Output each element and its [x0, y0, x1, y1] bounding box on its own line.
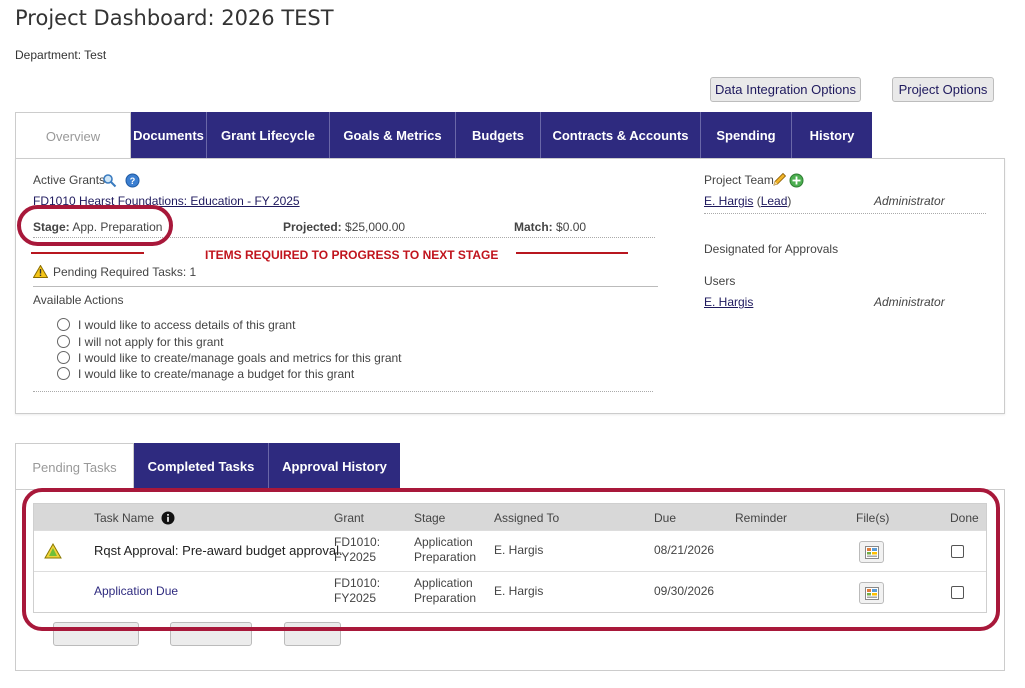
- tab-completed-tasks[interactable]: Completed Tasks: [134, 443, 269, 490]
- project-team-label: Project Team: [704, 173, 774, 187]
- match-value: $0.00: [556, 220, 587, 234]
- pending-required-tasks: Pending Required Tasks: 1: [53, 265, 197, 279]
- team-divider: [704, 213, 986, 214]
- action-radio-2[interactable]: [57, 335, 70, 348]
- warning-icon: [33, 265, 48, 278]
- tab-history[interactable]: History: [792, 112, 872, 159]
- main-tab-bar: Overview Documents Grant Lifecycle Goals…: [15, 112, 872, 159]
- heading-rule-left: [31, 252, 144, 254]
- match-field: Match: $0.00: [514, 220, 586, 234]
- tab-spending[interactable]: Spending: [701, 112, 792, 159]
- project-options-button[interactable]: Project Options: [892, 77, 994, 102]
- action-radio-1[interactable]: [57, 318, 70, 331]
- projected-field: Projected: $25,000.00: [283, 220, 405, 234]
- match-label: Match:: [514, 220, 553, 234]
- actions-divider: [33, 391, 653, 392]
- users-label: Users: [704, 274, 736, 288]
- tab-pending-tasks[interactable]: Pending Tasks: [15, 443, 134, 490]
- team-lead-role: Administrator: [874, 194, 945, 208]
- add-member-icon[interactable]: [789, 173, 804, 188]
- svg-text:?: ?: [130, 176, 136, 186]
- stage-highlight-annotation: [17, 205, 173, 246]
- divider: [33, 286, 658, 287]
- action-radio-3[interactable]: [57, 351, 70, 364]
- team-lead-name[interactable]: E. Hargis: [704, 194, 753, 208]
- projected-label: Projected:: [283, 220, 342, 234]
- tab-approval-history[interactable]: Approval History: [269, 443, 400, 490]
- help-icon[interactable]: ?: [125, 173, 140, 188]
- tab-documents[interactable]: Documents: [131, 112, 207, 159]
- action-radio-4[interactable]: [57, 367, 70, 380]
- heading-rule-right: [516, 252, 628, 254]
- department-label: Department: Test: [15, 48, 107, 62]
- pencil-edit-icon[interactable]: [771, 172, 787, 188]
- active-grants-label: Active Grants: [33, 173, 106, 187]
- tab-budgets[interactable]: Budgets: [456, 112, 541, 159]
- available-actions-label: Available Actions: [33, 293, 124, 307]
- designated-approvals-label: Designated for Approvals: [704, 242, 839, 256]
- lead-paren-close: ): [787, 194, 792, 208]
- team-lead-tag[interactable]: Lead: [761, 194, 788, 208]
- action-label-2: I will not apply for this grant: [78, 335, 224, 349]
- user-name-link[interactable]: E. Hargis: [704, 295, 753, 309]
- action-label-3: I would like to create/manage goals and …: [78, 351, 402, 365]
- action-label-1: I would like to access details of this g…: [78, 318, 296, 332]
- tab-overview[interactable]: Overview: [15, 112, 131, 159]
- page-title: Project Dashboard: 2026 TEST: [15, 6, 334, 30]
- data-integration-options-button[interactable]: Data Integration Options: [710, 77, 861, 102]
- tasks-highlight-annotation: [22, 488, 1000, 631]
- tab-contracts-accounts[interactable]: Contracts & Accounts: [541, 112, 701, 159]
- tab-goals-metrics[interactable]: Goals & Metrics: [330, 112, 456, 159]
- team-lead: E. Hargis (Lead): [704, 194, 791, 208]
- tab-grant-lifecycle[interactable]: Grant Lifecycle: [207, 112, 330, 159]
- user-role: Administrator: [874, 295, 945, 309]
- search-icon[interactable]: [102, 173, 117, 188]
- required-items-heading: ITEMS REQUIRED TO PROGRESS TO NEXT STAGE: [205, 248, 499, 262]
- projected-value: $25,000.00: [345, 220, 406, 234]
- action-label-4: I would like to create/manage a budget f…: [78, 367, 355, 381]
- task-tab-bar: Pending Tasks Completed Tasks Approval H…: [15, 443, 400, 490]
